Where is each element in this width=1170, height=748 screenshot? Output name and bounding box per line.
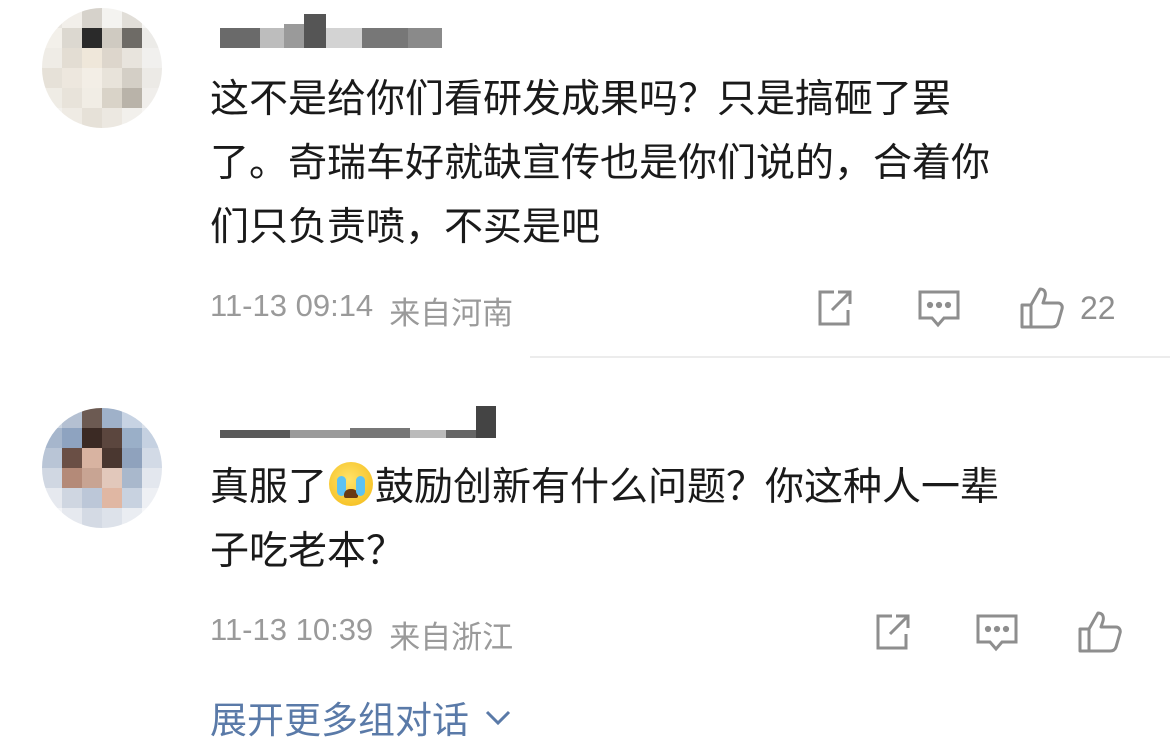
expand-conversations-link[interactable]: 展开更多组对话	[210, 690, 513, 744]
expand-label: 展开更多组对话	[210, 699, 469, 742]
share-icon	[818, 290, 852, 326]
avatar[interactable]	[42, 8, 162, 128]
thumbs-up-icon	[1020, 287, 1064, 329]
reply-button[interactable]	[916, 284, 962, 332]
like-button[interactable]	[1076, 608, 1124, 656]
comment-text-before-emoji: 真服了	[210, 465, 328, 510]
share-icon	[876, 614, 910, 650]
reply-icon	[918, 290, 960, 328]
like-button[interactable]: 22	[1018, 284, 1116, 332]
divider	[530, 356, 1170, 358]
share-button[interactable]	[870, 608, 914, 656]
username-redacted[interactable]	[220, 406, 496, 440]
share-button[interactable]	[812, 284, 856, 332]
reply-button[interactable]	[974, 608, 1020, 656]
reply-icon	[976, 614, 1018, 652]
thumbs-up-icon	[1078, 611, 1122, 653]
comment-actions: 22	[0, 284, 1170, 332]
comment-text: 真服了 鼓励创新有什么问题？你这种人一辈 子吃老本？	[210, 456, 1130, 584]
crying-face-icon	[329, 462, 374, 506]
comment-actions	[0, 608, 1170, 656]
comment-text: 这不是给你们看研发成果吗？只是搞砸了罢 了。奇瑞车好就缺宣传也是你们说的，合着你…	[210, 77, 991, 250]
chevron-down-icon	[485, 710, 511, 726]
like-count: 22	[1080, 289, 1116, 326]
username-redacted[interactable]	[220, 14, 442, 48]
avatar[interactable]	[42, 408, 162, 528]
